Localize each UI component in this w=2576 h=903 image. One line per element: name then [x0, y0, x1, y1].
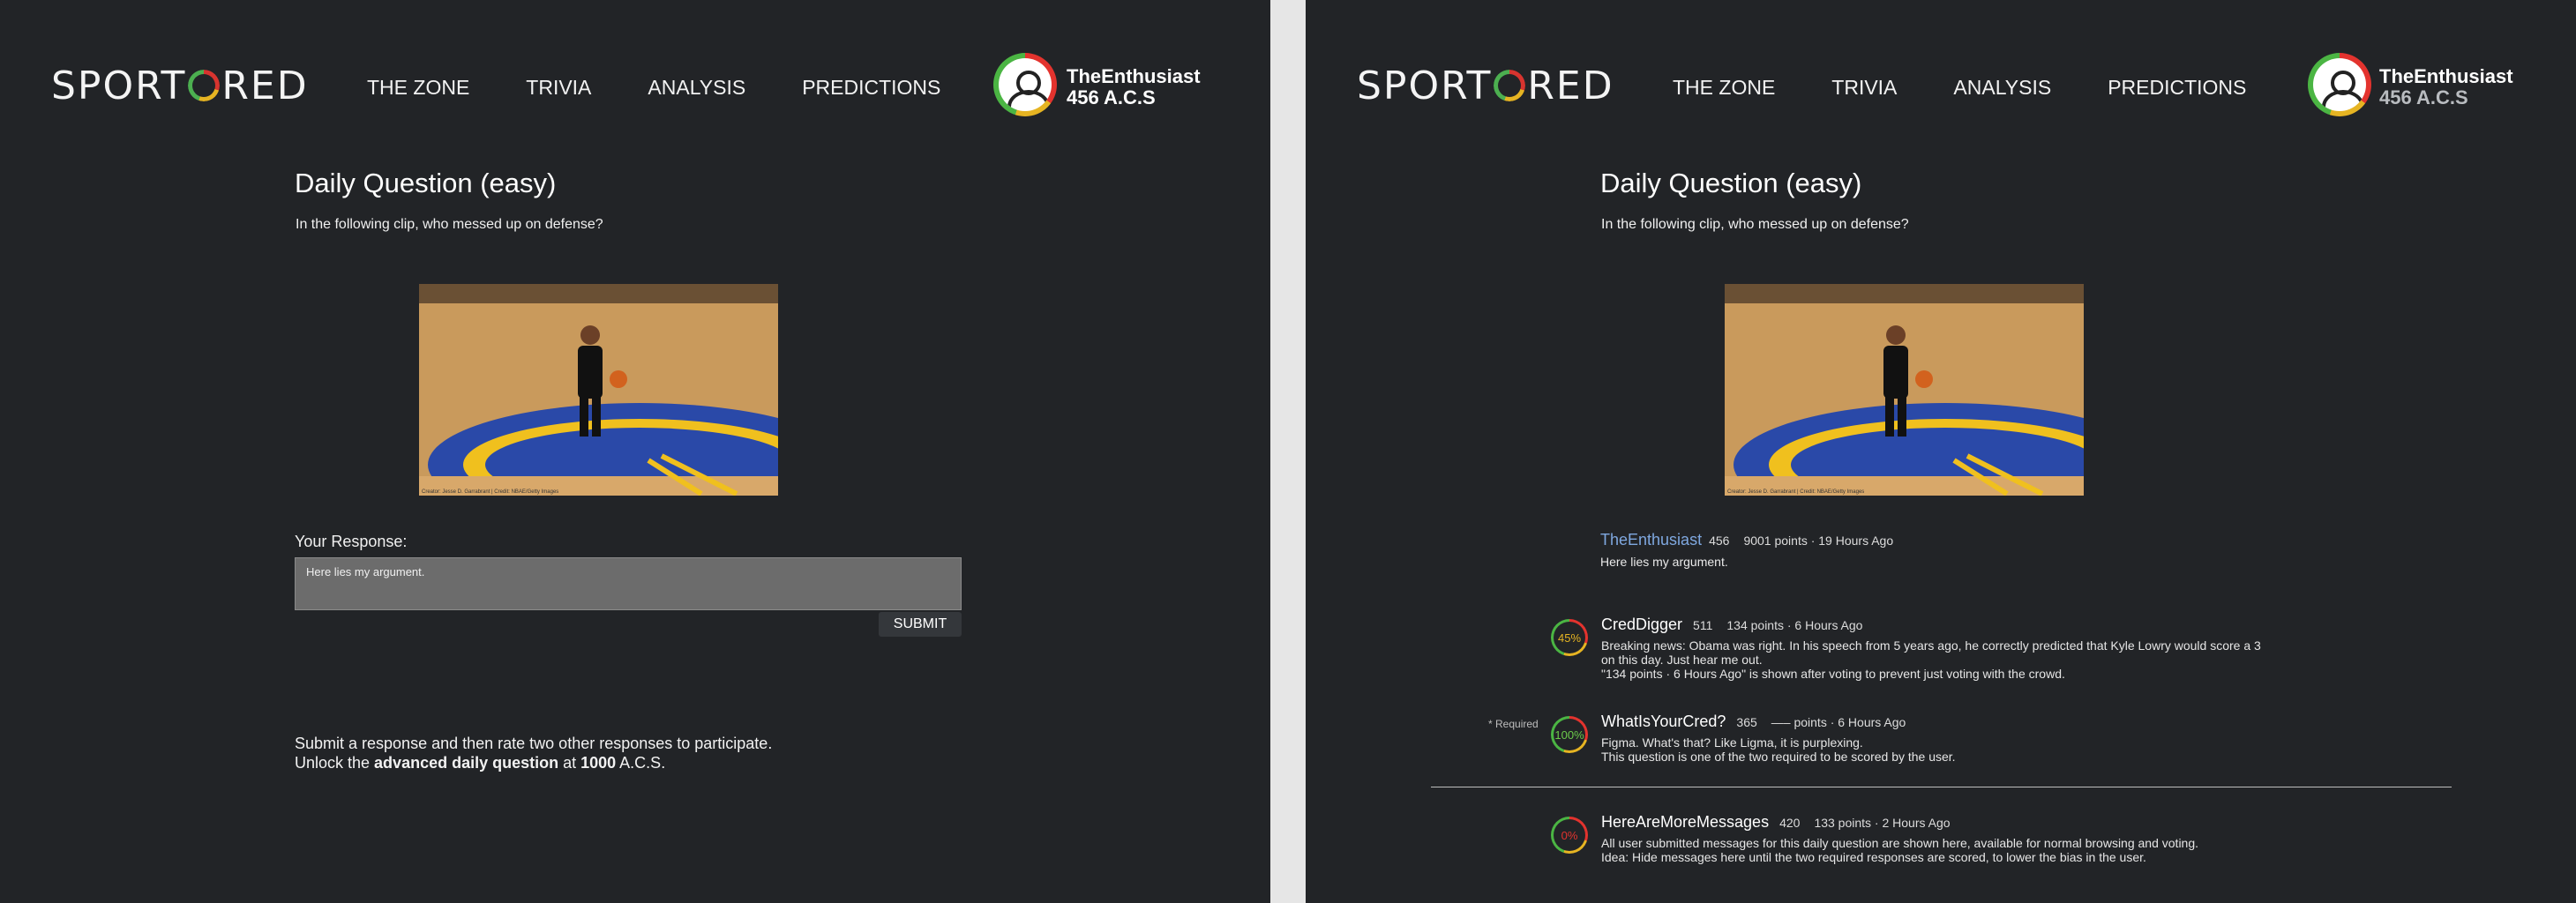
response-label: Your Response: — [295, 533, 408, 550]
logo-ring-icon — [188, 70, 221, 101]
image-credit: Creator: Jesse D. Garrabrant | Credit: N… — [422, 489, 559, 495]
nav-predictions[interactable]: PREDICTIONS — [802, 76, 940, 100]
question-prompt: In the following clip, who messed up on … — [296, 217, 603, 232]
clip-illustration — [1725, 284, 2084, 496]
participation-line-2: Unlock the advanced daily question at 10… — [295, 754, 666, 772]
user-acs: 456 A.C.S — [2379, 86, 2468, 108]
response-textarea[interactable]: Here lies my argument. — [296, 558, 961, 609]
post-meta: 9001 points · 19 Hours Ago — [1743, 534, 1894, 548]
nav-analysis[interactable]: ANALYSIS — [648, 76, 745, 100]
cred-score-badge[interactable]: 45% — [1551, 619, 1588, 656]
sportcred-logo[interactable]: SPORT RED — [1357, 63, 1614, 108]
user-icon — [999, 58, 1052, 111]
user-avatar[interactable] — [2308, 53, 2371, 116]
image-credit: Creator: Jesse D. Garrabrant | Credit: N… — [1727, 489, 1865, 495]
question-clip-image[interactable]: Creator: Jesse D. Garrabrant | Credit: N… — [1725, 284, 2084, 496]
nav-analysis[interactable]: ANALYSIS — [1953, 76, 2051, 100]
user-name: TheEnthusiast — [2379, 65, 2513, 87]
comment-author-cred: 511 — [1693, 618, 1713, 632]
nav-the-zone[interactable]: THE ZONE — [1673, 76, 1775, 100]
main-nav: THE ZONE TRIVIA ANALYSIS PREDICTIONS — [367, 76, 997, 100]
cred-score-badge[interactable]: 100% — [1551, 716, 1588, 753]
question-title: Daily Question (easy) — [295, 168, 557, 198]
nav-predictions[interactable]: PREDICTIONS — [2108, 76, 2246, 100]
participation-note: Submit a response and then rate two othe… — [295, 734, 772, 772]
comment-author-cred: 420 — [1779, 816, 1801, 830]
comment-body: Figma. What's that? Like Ligma, it is pu… — [1601, 735, 1956, 764]
required-label: * Required — [1488, 718, 1539, 730]
logo-text-right: RED — [221, 63, 309, 108]
participation-line-1: Submit a response and then rate two othe… — [295, 735, 773, 752]
user-acs: 456 A.C.S — [1067, 86, 1156, 108]
post-author[interactable]: TheEnthusiast — [1600, 531, 1702, 549]
user-avatar[interactable] — [993, 53, 1057, 116]
logo-text-left: SPORT — [51, 63, 187, 108]
comment-author[interactable]: HereAreMoreMessages — [1601, 813, 1769, 831]
response-field[interactable]: Here lies my argument. — [295, 557, 962, 610]
comment-author[interactable]: CredDigger — [1601, 616, 1682, 633]
user-post: TheEnthusiast 456 9001 points · 19 Hours A… — [1600, 531, 1893, 569]
comment-body: Breaking news: Obama was right. In his s… — [1601, 638, 2261, 681]
clip-illustration — [419, 284, 778, 496]
comment-meta: —– points · 6 Hours Ago — [1771, 715, 1906, 729]
post-author-cred: 456 — [1709, 534, 1730, 548]
user-name: TheEnthusiast — [1067, 65, 1201, 87]
comment-meta: 133 points · 2 Hours Ago — [1814, 816, 1951, 830]
comment-body: All user submitted messages for this dai… — [1601, 836, 2199, 864]
logo-ring-icon — [1494, 70, 1526, 101]
nav-the-zone[interactable]: THE ZONE — [367, 76, 469, 100]
logo-text-right: RED — [1527, 63, 1614, 108]
user-icon — [2313, 58, 2366, 111]
comment-meta: 134 points · 6 Hours Ago — [1726, 618, 1863, 632]
comment-author[interactable]: WhatIsYourCred? — [1601, 713, 1726, 730]
post-body: Here lies my argument. — [1600, 555, 1728, 569]
question-title: Daily Question (easy) — [1600, 168, 1862, 198]
nav-trivia[interactable]: TRIVIA — [526, 76, 591, 100]
question-clip-image[interactable]: Creator: Jesse D. Garrabrant | Credit: N… — [419, 284, 778, 496]
question-prompt: In the following clip, who messed up on … — [1601, 217, 1909, 232]
logo-text-left: SPORT — [1357, 63, 1493, 108]
submit-button[interactable]: SUBMIT — [879, 612, 962, 637]
main-nav: THE ZONE TRIVIA ANALYSIS PREDICTIONS — [1673, 76, 2303, 100]
screen-right: SPORT RED THE ZONE TRIVIA ANALYSIS PREDIC… — [1306, 0, 2576, 903]
sportcred-logo[interactable]: SPORT RED — [51, 63, 309, 108]
nav-trivia[interactable]: TRIVIA — [1831, 76, 1897, 100]
cred-score-badge[interactable]: 0% — [1551, 817, 1588, 854]
comment-author-cred: 365 — [1736, 715, 1757, 729]
screen-left: SPORT RED THE ZONE TRIVIA ANALYSIS PREDIC… — [0, 0, 1270, 903]
